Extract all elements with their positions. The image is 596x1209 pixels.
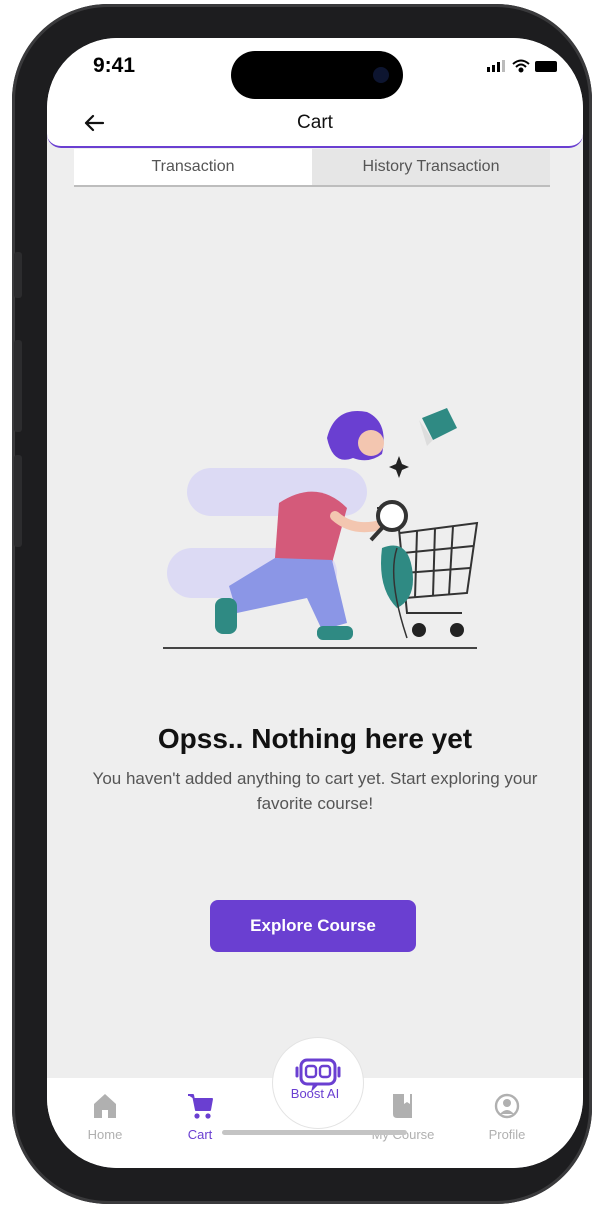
nav-home[interactable]: Home: [65, 1092, 145, 1142]
nav-profile-label: Profile: [488, 1127, 526, 1142]
empty-state-heading: Opss.. Nothing here yet: [157, 723, 473, 754]
nav-profile[interactable]: Profile: [467, 1092, 547, 1142]
explore-course-button[interactable]: Explore Course: [210, 900, 416, 952]
wifi-icon: [512, 59, 530, 73]
home-indicator: [222, 1130, 407, 1135]
book-icon: [393, 1094, 412, 1118]
empty-state-description: You haven't added anything to cart yet. …: [92, 769, 538, 813]
battery-icon: [535, 61, 557, 72]
page-title: Cart: [297, 112, 333, 133]
boost-ai-button[interactable]: [273, 1038, 363, 1128]
signal-icon: [487, 60, 505, 72]
home-icon: [94, 1094, 116, 1118]
tab-bar: Transaction History Transaction: [74, 149, 550, 187]
dynamic-island: [231, 51, 403, 99]
volume-up-button: [14, 340, 22, 432]
empty-cart-illustration: [163, 408, 479, 649]
action-button: [14, 252, 22, 298]
status-time: 9:41: [93, 54, 136, 77]
nav-boost-ai-label: Boost AI: [290, 1086, 340, 1101]
tab-transaction[interactable]: Transaction: [74, 149, 312, 185]
screen: 9:41 Cart Transaction History Transactio…: [47, 38, 583, 1168]
tab-history-transaction[interactable]: History Transaction: [312, 149, 550, 185]
profile-icon: [494, 1093, 520, 1119]
cart-icon: [188, 1094, 213, 1119]
volume-down-button: [14, 455, 22, 547]
nav-home-label: Home: [87, 1127, 123, 1142]
camera-icon: [373, 67, 389, 83]
app-bar: Cart: [47, 104, 583, 148]
status-bar: 9:41: [47, 38, 583, 104]
status-icons: [481, 56, 561, 81]
